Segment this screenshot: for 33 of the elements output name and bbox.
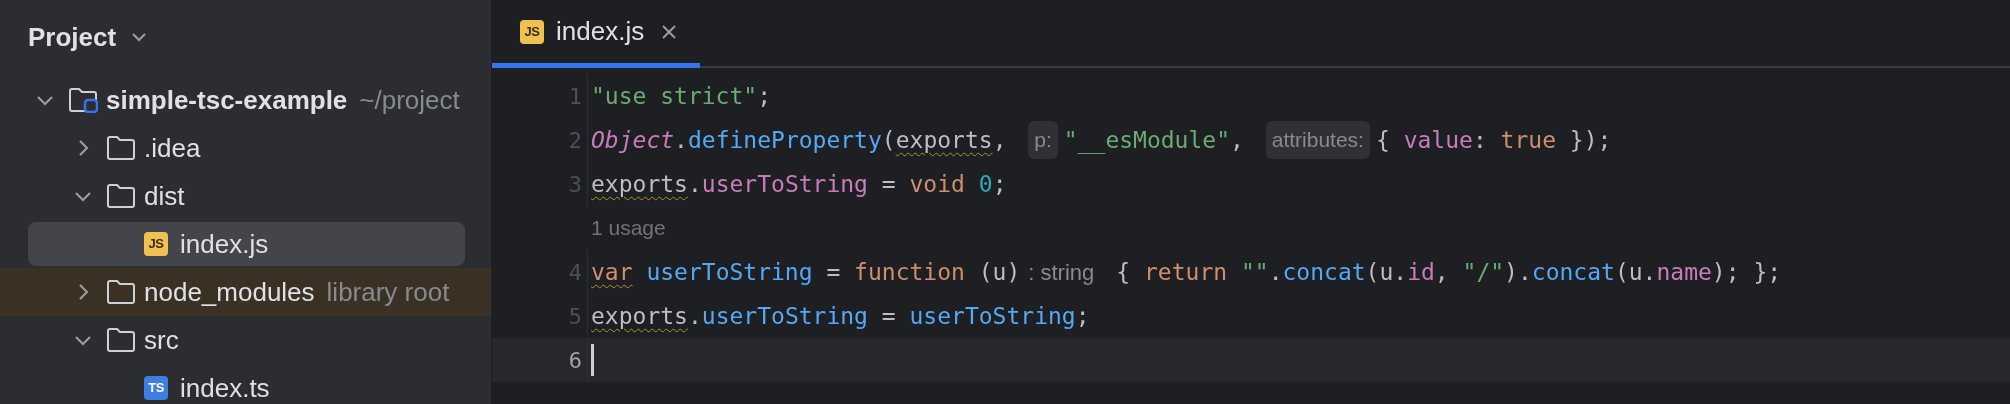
code-text: "use strict"; xyxy=(591,81,772,111)
path-hint: library root xyxy=(326,275,450,309)
folder-icon xyxy=(106,135,136,161)
code-text: exports.userToString = void 0; xyxy=(591,169,1007,199)
close-icon[interactable] xyxy=(660,22,679,41)
tree-item[interactable]: index.js xyxy=(180,224,269,264)
path-hint: ~/project xyxy=(359,83,460,117)
folder-icon xyxy=(68,87,98,113)
line-number: 6 xyxy=(567,346,582,375)
folder-icon xyxy=(106,327,136,353)
parameter-hint: p: xyxy=(1028,121,1058,159)
code-text: { return "".concat(u.id, "/").concat(u.name); }; xyxy=(1116,257,1782,287)
javascript-file-icon: JS xyxy=(144,232,168,256)
javascript-file-icon: JS xyxy=(520,19,544,44)
text-cursor xyxy=(591,344,594,376)
panel-title[interactable]: Project xyxy=(28,17,117,57)
editor-tab[interactable]: JS index.js xyxy=(492,0,701,68)
tree-item[interactable]: src xyxy=(144,320,179,360)
tree-item[interactable]: dist xyxy=(144,176,185,216)
folder-icon xyxy=(106,279,136,305)
tree-item[interactable]: .idea xyxy=(144,128,201,168)
code-text: exports.userToString = userToString; xyxy=(591,301,1090,331)
code-text: { value: true }); xyxy=(1375,125,1612,155)
type-hint: : string xyxy=(1028,258,1095,287)
code-text: var userToString = function (u) xyxy=(591,257,1021,287)
parameter-hint: attributes: xyxy=(1265,121,1370,159)
tree-item[interactable]: index.ts xyxy=(180,368,270,404)
tree-item[interactable]: node_modules xyxy=(144,272,315,312)
code-text: "__esModule", xyxy=(1063,125,1245,156)
folder-icon xyxy=(106,183,136,209)
code-text: Object.defineProperty(exports, xyxy=(591,125,1008,155)
tree-item[interactable]: simple-tsc-example xyxy=(106,80,348,120)
typescript-file-icon: TS xyxy=(144,376,168,400)
